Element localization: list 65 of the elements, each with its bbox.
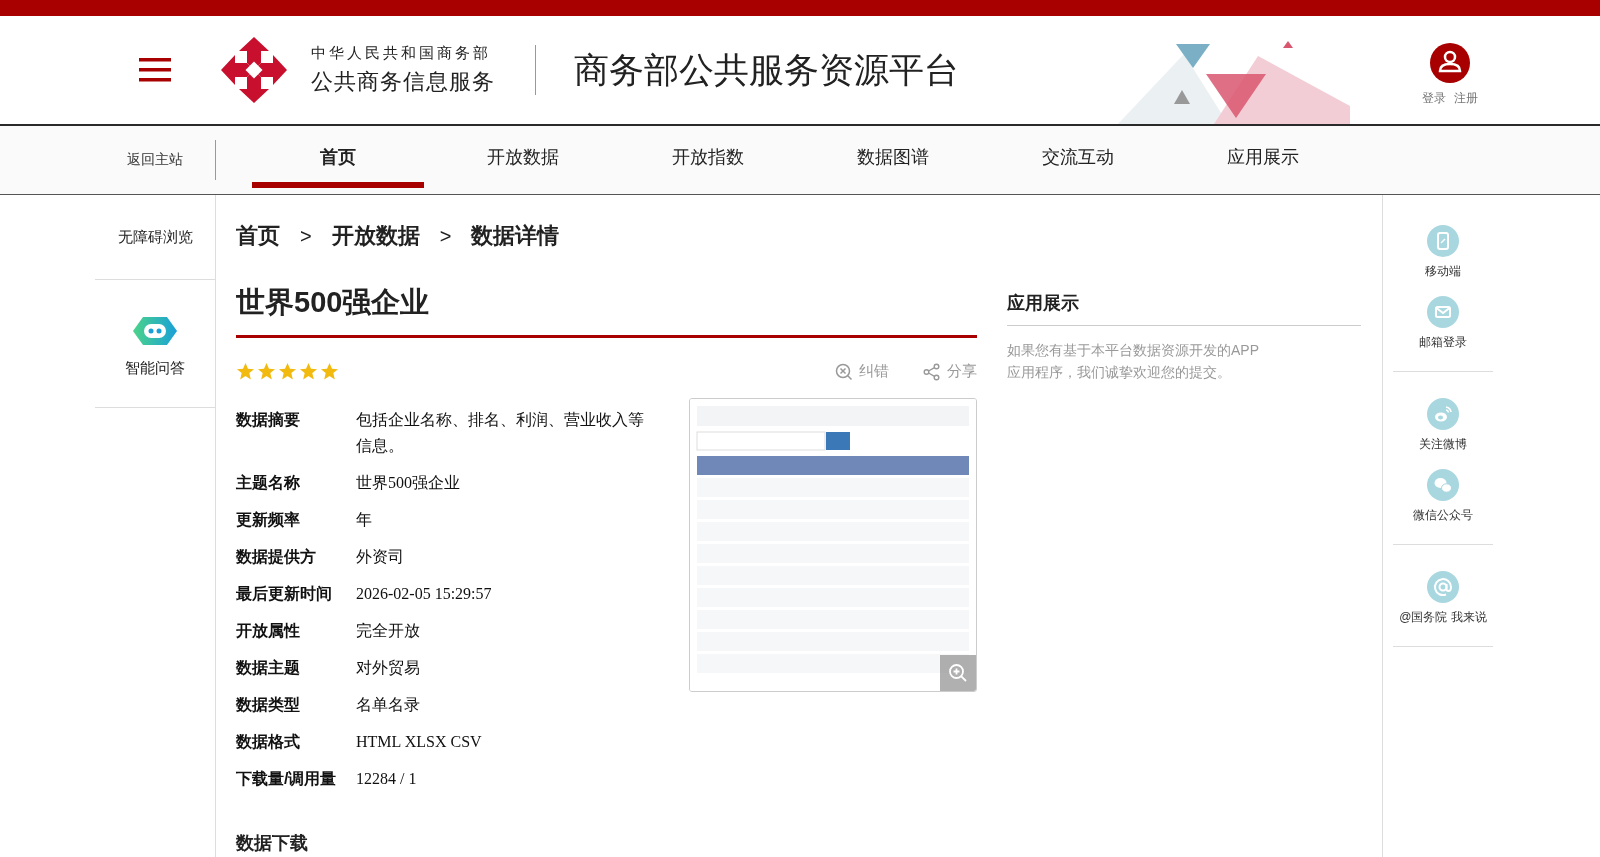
- section-title: 应用展示: [1007, 291, 1361, 326]
- field-label: 数据类型: [236, 695, 301, 715]
- field-value: 年: [356, 510, 373, 530]
- star-icon: [278, 362, 297, 381]
- field-value: 名单名录: [356, 695, 421, 715]
- logo-subtitle: 中华人民共和国商务部: [311, 43, 492, 63]
- user-icon[interactable]: [1430, 43, 1470, 83]
- menu-icon[interactable]: [139, 58, 171, 82]
- side-link[interactable]: 关注微博: [1419, 436, 1467, 453]
- nav-tab[interactable]: 应用展示: [1177, 126, 1349, 188]
- nav-tab[interactable]: 开放指数: [622, 126, 794, 188]
- logo-icon: [219, 35, 289, 105]
- field-label: 最后更新时间: [236, 584, 333, 604]
- side-link[interactable]: 邮箱登录: [1419, 334, 1467, 351]
- back-link[interactable]: 返回主站: [127, 151, 183, 169]
- wechat-icon: [1427, 469, 1459, 501]
- field-label: 数据提供方: [236, 547, 317, 567]
- accessibility-link[interactable]: 无障碍浏览: [117, 227, 193, 247]
- mail-icon: [1427, 296, 1459, 328]
- field-value: 完全开放: [356, 621, 421, 641]
- error-report-icon: [835, 362, 853, 381]
- assistant-link[interactable]: 智能问答: [125, 359, 185, 378]
- star-icon: [236, 362, 255, 381]
- field-label: 开放属性: [236, 621, 301, 641]
- field-value: 对外贸易: [356, 658, 421, 678]
- breadcrumb-link[interactable]: 数据详情: [471, 221, 560, 251]
- nav-tab[interactable]: 首页: [252, 126, 424, 188]
- side-link[interactable]: 移动端: [1425, 263, 1461, 280]
- field-label: 主题名称: [236, 473, 301, 493]
- site-title: 商务部公共服务资源平台: [574, 48, 959, 91]
- zoom-in-icon: [948, 663, 968, 683]
- robot-icon[interactable]: [133, 317, 177, 345]
- field-label: 更新频率: [236, 510, 301, 530]
- field-value: 2026-02-05 15:29:57: [356, 584, 493, 604]
- breadcrumb-link[interactable]: 开放数据: [331, 221, 420, 251]
- breadcrumb-separator: >: [439, 224, 452, 248]
- nav-tab[interactable]: 开放数据: [437, 126, 609, 188]
- account-link[interactable]: 登录: [1422, 90, 1446, 107]
- side-link[interactable]: 微信公众号: [1413, 507, 1473, 524]
- breadcrumb-link[interactable]: 首页: [236, 221, 280, 251]
- section-text: 如果您有基于本平台数据资源开发的APP应用程序，我们诚挚欢迎您的提交。: [1007, 341, 1260, 382]
- nav-tab[interactable]: 数据图谱: [807, 126, 979, 188]
- nav-tab[interactable]: 交流互动: [992, 126, 1164, 188]
- side-link[interactable]: @国务院 我来说: [1399, 609, 1487, 626]
- field-value: 包括企业名称、排名、利润、营业收入等信息。: [356, 410, 645, 456]
- star-icon: [299, 362, 318, 381]
- field-value: HTML XLSX CSV: [356, 732, 483, 752]
- star-icon: [257, 362, 276, 381]
- section-title: 数据下载: [236, 832, 309, 855]
- field-label: 下载量/调用量: [236, 769, 338, 789]
- star-icon: [320, 362, 339, 381]
- field-value: 12284 / 1: [356, 769, 418, 789]
- field-value: 外资司: [356, 547, 405, 567]
- dataset-title: 世界500强企业: [236, 283, 977, 338]
- weibo-icon: [1427, 398, 1459, 430]
- breadcrumb-separator: >: [300, 224, 312, 248]
- field-label: 数据主题: [236, 658, 301, 678]
- account-link[interactable]: 注册: [1454, 90, 1478, 107]
- field-value: 世界500强企业: [356, 473, 461, 493]
- mobile-icon: [1427, 225, 1459, 257]
- field-label: 数据摘要: [236, 410, 301, 430]
- share-icon: [923, 362, 941, 381]
- field-label: 数据格式: [236, 732, 301, 752]
- logo-title: 公共商务信息服务: [311, 67, 495, 96]
- at-icon: [1427, 571, 1459, 603]
